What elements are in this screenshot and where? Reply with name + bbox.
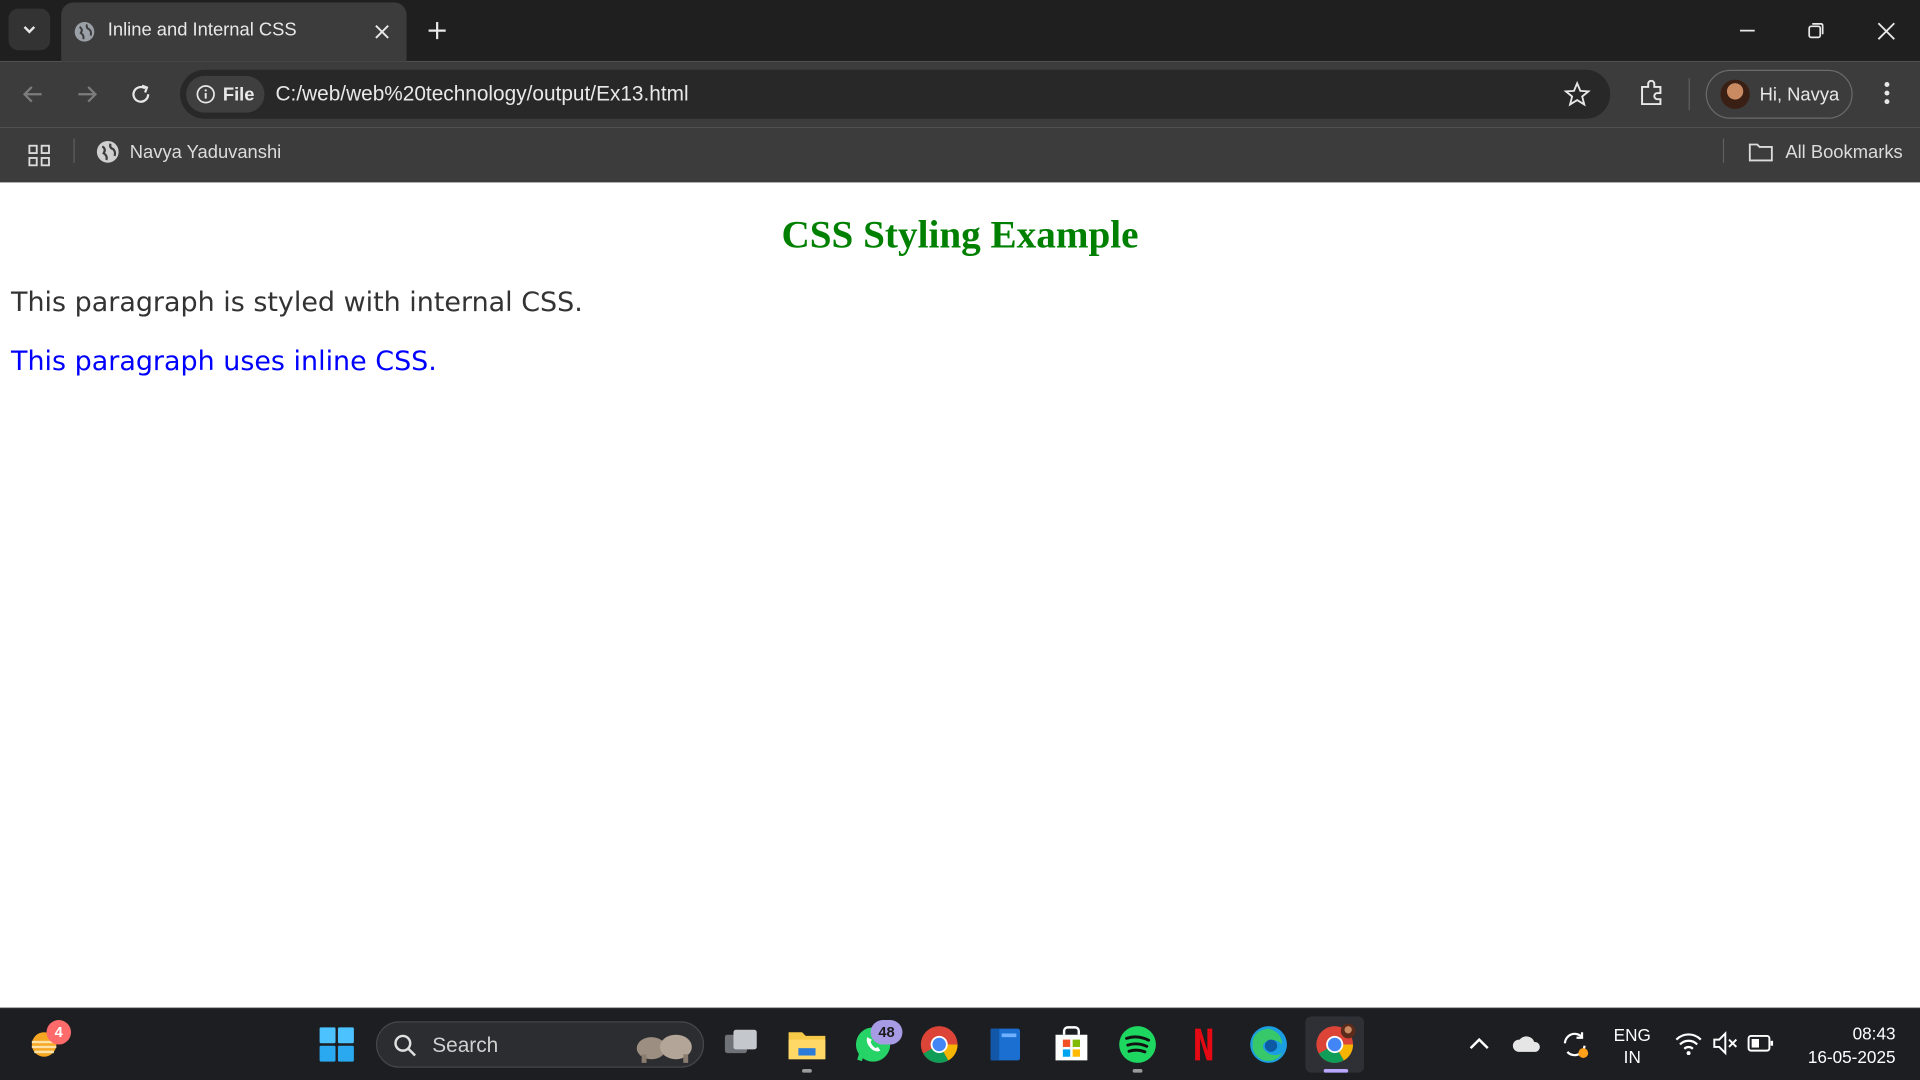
app-icon[interactable]: [984, 1024, 1026, 1066]
reload-icon: [132, 84, 150, 103]
more-vert-icon: [1884, 82, 1890, 105]
clock-date: 16-05-2025: [1807, 1046, 1896, 1067]
running-indicator: [802, 1068, 812, 1073]
all-bookmarks-label: All Bookmarks: [1785, 141, 1903, 163]
page-viewport: CSS Styling Example This paragraph is st…: [0, 182, 1920, 1008]
tab-list-icon: [23, 26, 36, 34]
url-text[interactable]: C:/web/web%20technology/output/Ex13.html: [276, 82, 689, 106]
search-icon: [394, 1034, 416, 1057]
weather-badge: 4: [46, 1020, 72, 1045]
taskbar: 4 Search 48 ENG IN 08:43 16-05-2025: [0, 1007, 1920, 1080]
site-info-label: File: [222, 83, 255, 105]
address-bar[interactable]: File C:/web/web%20technology/output/Ex13…: [180, 69, 1611, 119]
file-explorer-icon[interactable]: [786, 1024, 828, 1066]
windows-start-icon[interactable]: [316, 1024, 358, 1066]
restore-button[interactable]: [1798, 12, 1835, 49]
sync-icon[interactable]: [1559, 1029, 1591, 1061]
chrome-icon[interactable]: [1314, 1023, 1356, 1066]
back-button[interactable]: [15, 76, 52, 113]
restore-icon: [1808, 23, 1824, 39]
tab-title: Inline and Internal CSS: [107, 19, 297, 41]
task-view-icon[interactable]: [720, 1024, 762, 1066]
battery-icon[interactable]: [1746, 1031, 1775, 1055]
minimize-button[interactable]: [1729, 12, 1766, 49]
forward-button[interactable]: [69, 76, 106, 113]
search-label: Search: [432, 1033, 499, 1057]
onedrive-icon[interactable]: [1511, 1030, 1543, 1059]
browser-toolbar: File C:/web/web%20technology/output/Ex13…: [0, 61, 1920, 128]
clock-time: 08:43: [1852, 1023, 1896, 1044]
bookmarks-bar: Navya Yaduvanshi All Bookmarks: [0, 127, 1920, 183]
inline-css-paragraph: This paragraph uses inline CSS.: [11, 346, 437, 378]
toolbar-divider: [1688, 78, 1690, 111]
browser-menu-button[interactable]: [1871, 77, 1903, 109]
spotify-icon[interactable]: [1117, 1024, 1159, 1066]
close-window-button[interactable]: [1867, 12, 1904, 49]
star-icon[interactable]: [1563, 80, 1591, 108]
tab-search-button[interactable]: [8, 8, 51, 51]
reload-button[interactable]: [122, 76, 159, 113]
region-code: IN: [1623, 1046, 1641, 1067]
search-highlight-image: [636, 1034, 692, 1063]
tab-close-button[interactable]: [370, 20, 394, 44]
edge-icon[interactable]: [1248, 1024, 1290, 1066]
wifi-icon[interactable]: [1674, 1030, 1703, 1057]
chrome-icon[interactable]: [918, 1024, 960, 1066]
close-icon: [1877, 22, 1895, 40]
info-icon: [196, 85, 215, 104]
folder-icon: [1748, 143, 1773, 162]
store-icon[interactable]: [1051, 1024, 1093, 1066]
minimize-icon: [1740, 29, 1755, 32]
language-indicator[interactable]: ENG IN: [1608, 1024, 1657, 1068]
globe-icon: [96, 140, 119, 163]
active-tab[interactable]: Inline and Internal CSS: [61, 2, 407, 62]
all-bookmarks-button[interactable]: All Bookmarks: [1747, 140, 1903, 164]
mute-icon[interactable]: [1711, 1030, 1740, 1057]
bookmark-item[interactable]: Navya Yaduvanshi: [96, 140, 282, 164]
taskbar-search[interactable]: Search: [375, 1021, 705, 1068]
globe-icon: [74, 22, 95, 42]
netflix-icon[interactable]: [1183, 1024, 1225, 1066]
forward-arrow-icon: [78, 86, 98, 103]
title-bar: Inline and Internal CSS: [0, 0, 1920, 62]
whatsapp-badge: 48: [870, 1020, 903, 1045]
page-heading: CSS Styling Example: [781, 211, 1139, 256]
bookmark-label: Navya Yaduvanshi: [129, 141, 282, 163]
site-info-chip[interactable]: File: [186, 75, 265, 113]
running-indicator: [1132, 1068, 1143, 1073]
chevron-up-icon[interactable]: [1465, 1030, 1494, 1059]
new-tab-button[interactable]: [422, 16, 451, 45]
language-code: ENG: [1613, 1024, 1651, 1045]
profile-name: Hi, Navya: [1759, 83, 1840, 105]
profile-button[interactable]: Hi, Navya: [1705, 69, 1853, 119]
bookmarks-divider: [73, 138, 75, 163]
bookmarks-divider: [1722, 138, 1725, 163]
close-icon: [375, 25, 389, 39]
back-arrow-icon: [22, 86, 42, 103]
apps-grid-icon[interactable]: [27, 143, 51, 167]
active-indicator: [1323, 1068, 1349, 1073]
extensions-icon[interactable]: [1636, 77, 1668, 109]
clock[interactable]: 08:43 16-05-2025: [1788, 1022, 1901, 1069]
plus-icon: [428, 22, 446, 40]
avatar: [1720, 79, 1750, 109]
internal-css-paragraph: This paragraph is styled with internal C…: [11, 287, 583, 319]
